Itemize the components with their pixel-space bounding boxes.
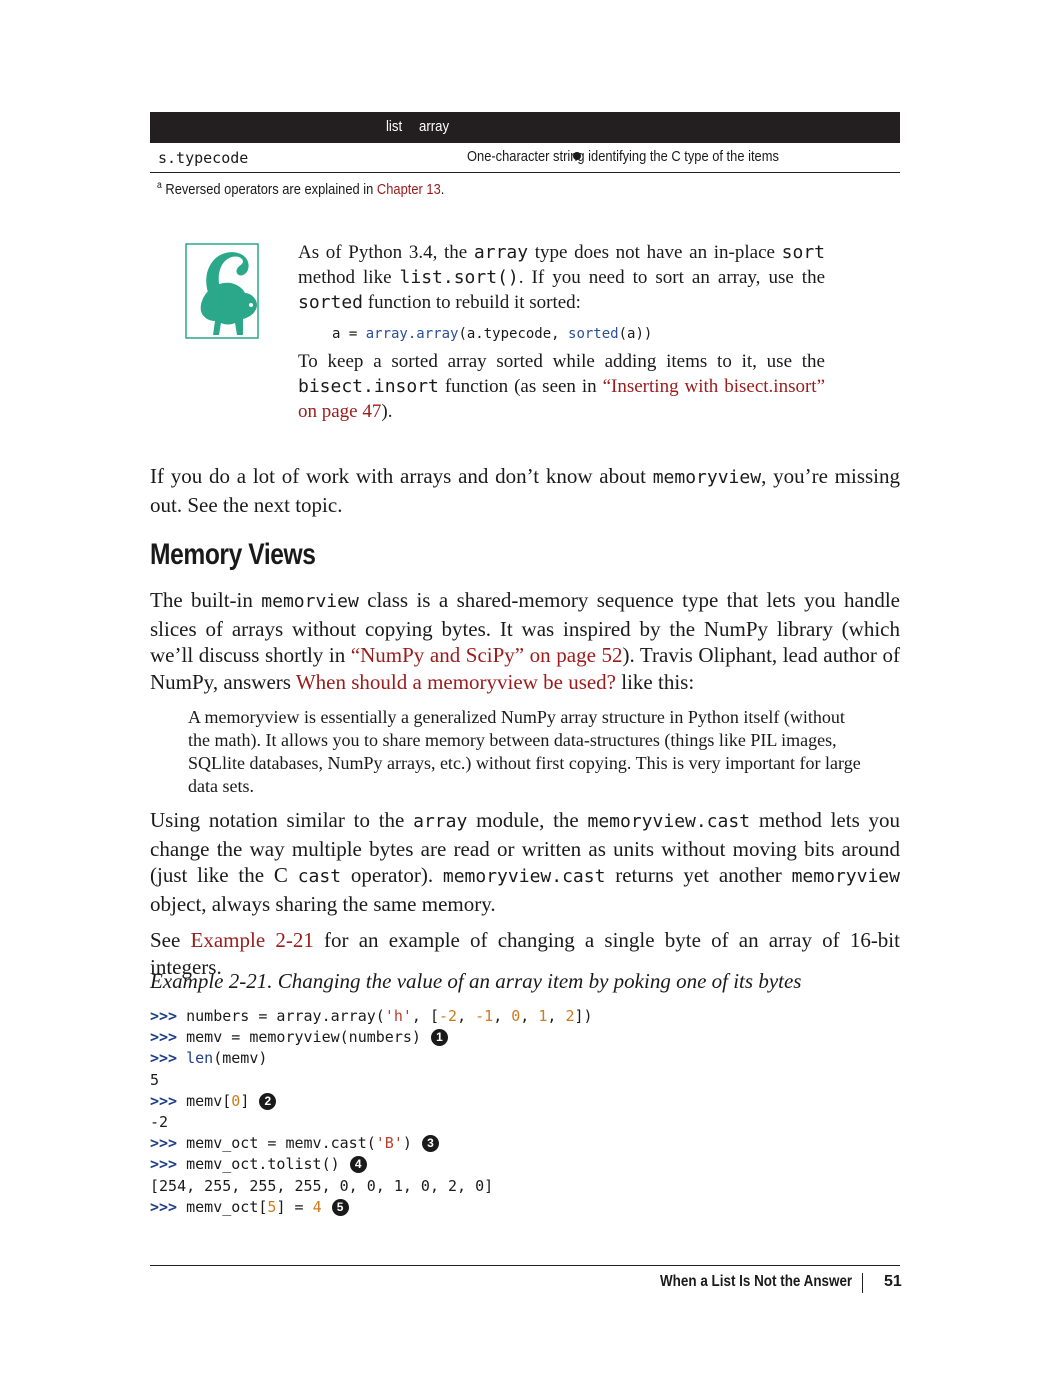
intro-paragraph: If you do a lot of work with arrays and … [150, 464, 900, 517]
table-header: list array [150, 112, 900, 143]
numpy-scipy-link[interactable]: “NumPy and SciPy” on page 52 [351, 643, 623, 667]
column-header-list: list [386, 118, 403, 135]
row-description: One-character string identifying the C t… [467, 148, 779, 165]
row-name: s.typecode [158, 149, 249, 167]
section-title: Memory Views [150, 538, 316, 571]
callout-2: 2 [259, 1092, 277, 1110]
footer-separator [862, 1273, 863, 1293]
callout-1: 1 [430, 1029, 448, 1047]
tip-text: As of Python 3.4, the array type does no… [298, 240, 825, 424]
cast-paragraph: Using notation similar to the array modu… [150, 808, 900, 916]
column-header-array: array [419, 118, 450, 135]
callout-3: 3 [421, 1135, 439, 1153]
example-title: Example 2-21. Changing the value of an a… [150, 969, 802, 993]
running-footer-title: When a List Is Not the Answer [660, 1273, 853, 1290]
footer-rule [150, 1265, 900, 1266]
oliphant-quote: A memoryview is essentially a generalize… [188, 707, 861, 796]
lemur-tip-icon [185, 243, 259, 339]
code-example: >>> numbers = array.array('h', [-2, -1, … [150, 1007, 593, 1216]
table-row: s.typecode One-character string identify… [150, 144, 900, 173]
tip-paragraph-2: To keep a sorted array sorted while addi… [298, 351, 825, 422]
chapter-13-link[interactable]: Chapter 13 [377, 181, 441, 198]
tip-paragraph-1: As of Python 3.4, the array type does no… [298, 242, 826, 313]
memoryview-paragraph: The built-in memorview class is a shared… [150, 588, 900, 694]
callout-4: 4 [349, 1156, 367, 1174]
callout-5: 5 [331, 1198, 349, 1216]
example-2-21-link[interactable]: Example 2-21 [191, 928, 314, 952]
table-footnote: a Reversed operators are explained in Ch… [157, 180, 445, 198]
page-number: 51 [884, 1273, 902, 1290]
tip-code-sample: a = array.array(a.typecode, sorted(a)) [332, 326, 653, 342]
memoryview-usage-link[interactable]: When should a memoryview be used? [296, 670, 616, 694]
